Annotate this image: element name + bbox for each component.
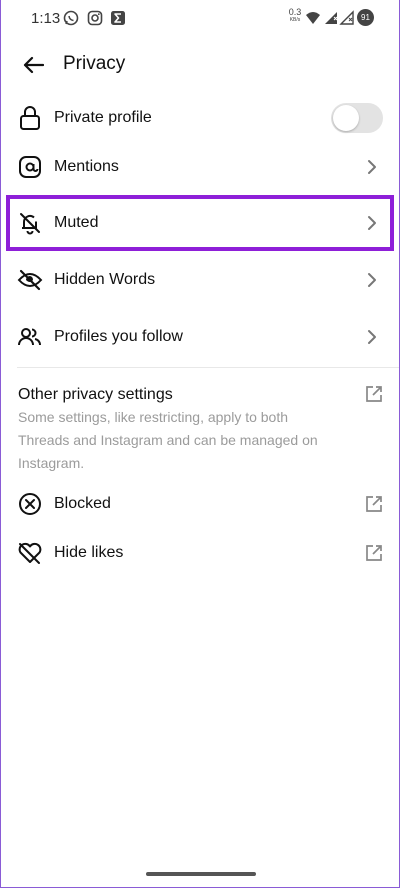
row-profiles-you-follow[interactable]: Profiles you follow xyxy=(1,312,399,362)
row-label: Blocked xyxy=(54,495,111,512)
heart-off-icon xyxy=(17,540,43,566)
eye-hidden-icon xyxy=(17,267,43,293)
status-bar: 1:13 0.3 KB/s 91 xyxy=(1,0,399,36)
row-hide-likes[interactable]: Hide likes xyxy=(1,528,399,578)
wifi-icon xyxy=(306,12,320,24)
signal-icon xyxy=(325,12,338,24)
privacy-screen: 1:13 0.3 KB/s 91 Privacy Private profile… xyxy=(0,0,400,888)
row-blocked[interactable]: Blocked xyxy=(1,479,399,529)
external-link-icon xyxy=(366,496,382,512)
instagram-icon xyxy=(87,10,103,26)
row-label: Private profile xyxy=(54,109,152,126)
chevron-right-icon xyxy=(368,273,376,287)
row-label: Hide likes xyxy=(54,544,124,561)
back-button[interactable] xyxy=(19,52,47,78)
external-link-icon xyxy=(366,545,382,561)
toggle-knob xyxy=(333,105,359,131)
signal-icon-2 xyxy=(339,10,354,25)
other-settings-title: Other privacy settings xyxy=(18,386,173,403)
lock-icon xyxy=(17,105,43,131)
section-divider xyxy=(17,367,399,368)
row-label: Mentions xyxy=(54,158,119,175)
network-speed: 0.3 KB/s xyxy=(288,7,302,24)
chevron-right-icon xyxy=(368,216,376,230)
row-label: Muted xyxy=(54,214,99,231)
other-settings-description: Some settings, like restricting, apply t… xyxy=(18,409,318,471)
status-time: 1:13 xyxy=(31,10,61,27)
chevron-right-icon xyxy=(368,160,376,174)
bell-muted-icon xyxy=(17,210,43,236)
row-hidden-words[interactable]: Hidden Words xyxy=(1,255,399,305)
external-link-icon[interactable] xyxy=(365,385,383,403)
blocked-icon xyxy=(17,491,43,517)
people-icon xyxy=(17,324,43,350)
row-label: Profiles you follow xyxy=(54,328,183,345)
row-label: Hidden Words xyxy=(54,271,156,288)
arrow-left-icon xyxy=(23,56,44,74)
row-mentions[interactable]: Mentions xyxy=(1,142,399,192)
sigma-app-icon xyxy=(111,11,125,25)
row-private-profile[interactable]: Private profile xyxy=(1,93,399,143)
battery-icon: 91 xyxy=(357,9,374,26)
home-indicator[interactable] xyxy=(146,872,256,876)
at-sign-icon xyxy=(17,154,43,180)
private-profile-toggle[interactable] xyxy=(331,103,383,133)
chevron-right-icon xyxy=(368,330,376,344)
whatsapp-icon xyxy=(63,10,79,26)
row-muted[interactable]: Muted xyxy=(1,198,399,248)
page-title: Privacy xyxy=(63,53,126,74)
